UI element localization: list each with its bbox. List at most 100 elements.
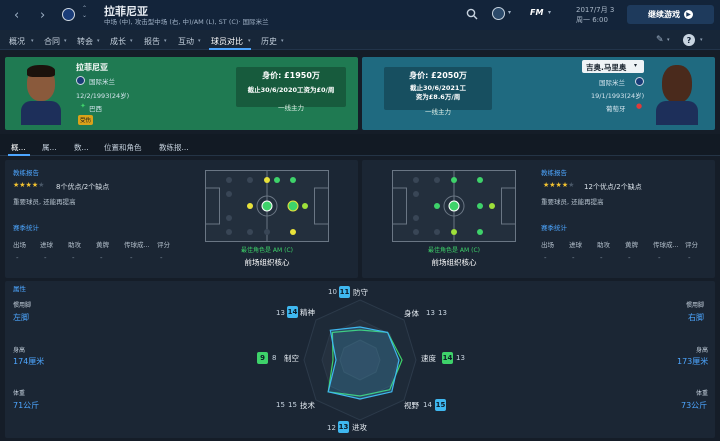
stat-header: 出场 [541, 241, 554, 249]
foot-right: 右脚 [688, 313, 704, 322]
season-stats-label-left[interactable]: 赛季统计 [13, 222, 39, 232]
club-name-left[interactable]: 国际米兰 [89, 76, 115, 86]
fm-menu-button[interactable]: FM [530, 8, 543, 17]
edit-icon[interactable]: ✎ [656, 35, 664, 45]
weight-label-left: 体重 [13, 390, 26, 397]
tab-stats[interactable]: 数... [74, 142, 89, 153]
back-icon[interactable]: ‹ [14, 8, 19, 23]
search-icon[interactable] [466, 8, 478, 20]
attr-defending-right: 11 [339, 286, 350, 298]
attr-physical-label[interactable]: 身体 [404, 308, 419, 319]
best-role-left: 最佳角色是 AM (C) [241, 247, 293, 254]
chevron-down-icon: ▾ [634, 62, 638, 69]
active-menu-indicator [209, 48, 251, 50]
menu-compare[interactable]: 球员对比 [211, 36, 243, 47]
chevron-down-icon[interactable]: ▾ [548, 9, 551, 16]
attr-speed-right: 13 [456, 354, 465, 362]
chevron-down-icon[interactable]: ▾ [667, 37, 670, 43]
tab-attributes[interactable]: 属... [42, 142, 57, 153]
active-tab-indicator [8, 154, 30, 156]
continue-button[interactable]: 继续游戏 ▶ [627, 5, 714, 24]
attr-attacking-label[interactable]: 进攻 [352, 422, 367, 433]
height-left: 174厘米 [13, 357, 45, 366]
nation-right: 葡萄牙 [606, 105, 626, 113]
stat-value: - [100, 254, 103, 262]
club-crest-icon[interactable] [62, 8, 75, 21]
foot-left: 左脚 [13, 313, 29, 322]
injury-badge: 受伤 [78, 115, 94, 125]
menu-overview[interactable]: 概况 [9, 36, 25, 47]
chevron-down-icon: ▾ [164, 38, 167, 44]
help-icon[interactable]: ? [683, 34, 695, 46]
club-crest-icon [635, 77, 644, 86]
report-desc-left: 重要球员, 还能再提高 [13, 198, 76, 206]
chevron-down-icon: ▾ [31, 38, 34, 44]
dob-left: 12/2/1993(24岁) [76, 92, 130, 100]
stat-value: - [130, 254, 133, 262]
menu-contract[interactable]: 合同 [44, 36, 60, 47]
squad-role-right: 一线主力 [425, 108, 451, 116]
attribute-radar-chart [303, 299, 417, 421]
menu-interaction[interactable]: 互动 [178, 36, 194, 47]
chevron-down-icon[interactable]: ▾ [508, 9, 511, 16]
chevron-down-icon: ▾ [281, 38, 284, 44]
season-stats-label-right[interactable]: 赛季统计 [541, 222, 567, 232]
tab-overview[interactable]: 概... [11, 142, 26, 153]
chevron-down-icon: ▾ [248, 38, 251, 44]
star-rating-right: ★★★★★ [543, 181, 575, 189]
stat-header: 黄牌 [625, 241, 638, 249]
attr-vision-label[interactable]: 视野 [404, 400, 419, 411]
coach-report-label-left[interactable]: 教练报告 [13, 167, 39, 177]
stat-header: 助攻 [597, 241, 610, 249]
stat-header: 助攻 [68, 241, 81, 249]
stat-value: - [72, 254, 75, 262]
attr-physical-right: 13 [438, 309, 447, 317]
role-name-left: 前场组织核心 [244, 258, 290, 267]
contract-right-line2: 资为£8.6万/周 [415, 93, 461, 101]
player-card-right: 身价: £2050万 截止30/6/2021工 资为£8.6万/周 一线主力 吉… [362, 57, 715, 130]
dob-right: 19/1/1993(24岁) [591, 92, 645, 100]
foot-label-right: 惯用脚 [686, 302, 705, 309]
player-select-dropdown[interactable]: 吉奥.马里奥 ▾ [582, 60, 644, 73]
role-name-right: 前场组织核心 [431, 258, 477, 267]
stat-value: - [44, 254, 47, 262]
attr-aerial-label[interactable]: 制空 [284, 353, 299, 364]
globe-icon[interactable] [492, 7, 505, 20]
attr-mental-left: 13 [276, 309, 285, 317]
stat-value: - [600, 254, 603, 262]
stat-header: 黄牌 [96, 241, 109, 249]
contract-left: 截止30/6/2020工资为£0/周 [247, 86, 335, 94]
stat-header: 进球 [40, 241, 53, 249]
club-name-right[interactable]: 国际米兰 [599, 77, 625, 87]
chevron-down-icon[interactable]: ▾ [700, 37, 703, 43]
tab-positions[interactable]: 位置和角色 [104, 142, 142, 153]
attr-technical-left: 15 [276, 401, 285, 409]
attr-speed-label[interactable]: 速度 [421, 353, 436, 364]
height-label-left: 身高 [13, 347, 26, 354]
menu-history[interactable]: 历史 [261, 36, 277, 47]
player-value-left: 身价: £1950万 [262, 71, 320, 80]
menu-transfer[interactable]: 转会 [77, 36, 93, 47]
chevron-down-icon: ▾ [97, 38, 100, 44]
time-text: 周一 6:00 [576, 16, 608, 24]
squad-role-left: 一线主力 [278, 104, 304, 112]
nation-left: 巴西 [89, 105, 102, 113]
chevron-updown-icon[interactable]: ⌃ ⌄ [82, 5, 87, 19]
stat-value: - [658, 254, 661, 262]
coach-report-label-right[interactable]: 教练报告 [541, 167, 567, 177]
stat-header: 评分 [157, 241, 170, 249]
player-name-left[interactable]: 拉菲尼亚 [76, 62, 108, 73]
player-comparison-screen: { "header": { "title": "拉菲尼亚", "subtitle… [0, 0, 720, 441]
menu-reports[interactable]: 报告 [144, 36, 160, 47]
attributes-label[interactable]: 属性 [13, 283, 26, 293]
forward-icon[interactable]: › [40, 8, 45, 23]
strengths-left: 8个优点/2个缺点 [56, 183, 110, 191]
attr-defending-label[interactable]: 防守 [353, 287, 368, 298]
attr-mental-label[interactable]: 精神 [300, 307, 315, 318]
attr-physical-left: 13 [426, 309, 435, 317]
attr-technical-label[interactable]: 技术 [300, 400, 315, 411]
date-text: 2017/7月 3 [576, 6, 615, 14]
menu-development[interactable]: 成长 [110, 36, 126, 47]
star-rating-left: ★★★★★ [13, 181, 45, 189]
tab-coach-report[interactable]: 教练报... [159, 142, 189, 153]
